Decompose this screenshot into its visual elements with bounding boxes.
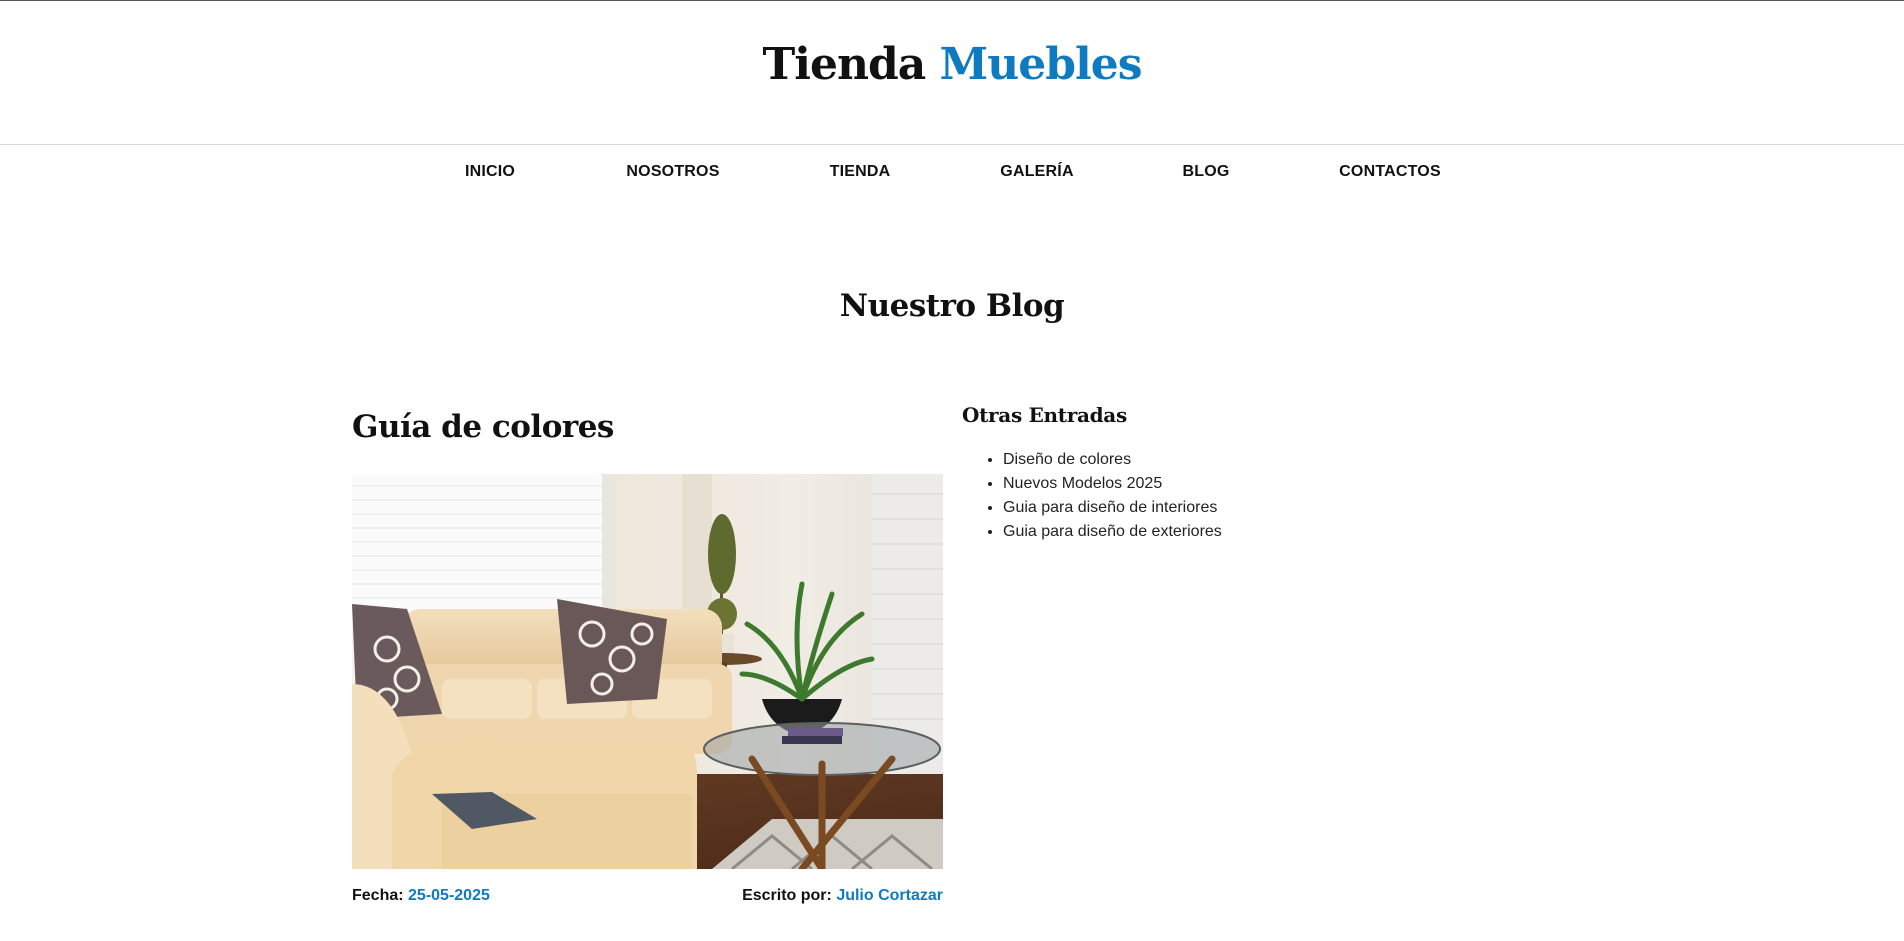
sidebar-entry-link[interactable]: Guia para diseño de interiores (1003, 499, 1217, 516)
post-date-label: Fecha: (352, 887, 404, 904)
post-author-value[interactable]: Julio Cortazar (836, 887, 943, 904)
post-date-value[interactable]: 25-05-2025 (408, 887, 490, 904)
sidebar-entry: Nuevos Modelos 2025 (1003, 472, 1382, 496)
main-nav: INICIO NOSOTROS TIENDA GALERÍA BLOG CONT… (0, 145, 1904, 205)
sidebar-entry: Guia para diseño de interiores (1003, 496, 1382, 520)
sidebar-entry-link[interactable]: Nuevos Modelos 2025 (1003, 475, 1162, 492)
sidebar-other-entries: Otras Entradas Diseño de colores Nuevos … (962, 400, 1382, 544)
post-date: Fecha: 25-05-2025 (352, 885, 490, 907)
sidebar-entry: Guia para diseño de exteriores (1003, 520, 1382, 544)
nav-item-blog[interactable]: BLOG (1182, 163, 1229, 181)
post-author-label: Escrito por: (742, 887, 832, 904)
post-image-living-room (352, 474, 943, 869)
sidebar-entry: Diseño de colores (1003, 448, 1382, 472)
nav-item-nosotros[interactable]: NOSOTROS (626, 163, 719, 181)
page-title: Nuestro Blog (839, 288, 1065, 324)
sidebar-title: Otras Entradas (962, 403, 1127, 427)
nav-item-inicio[interactable]: INICIO (465, 163, 515, 181)
post-author: Escrito por: Julio Cortazar (742, 885, 943, 907)
site-header: Tienda Muebles (0, 1, 1904, 145)
site-logo[interactable]: Tienda Muebles (0, 37, 1904, 93)
sidebar-entry-link[interactable]: Diseño de colores (1003, 451, 1131, 468)
nav-item-galeria[interactable]: GALERÍA (1000, 163, 1073, 181)
blog-post: Guía de colores Fecha: 25-05-2025 Escrit… (352, 405, 943, 904)
nav-item-contactos[interactable]: CONTACTOS (1339, 163, 1441, 181)
site-title-accent: Muebles (939, 39, 1143, 90)
sidebar-entry-list: Diseño de colores Nuevos Modelos 2025 Gu… (962, 448, 1382, 544)
site-title-main: Tienda (762, 39, 927, 90)
post-title: Guía de colores (352, 409, 614, 445)
sidebar-entry-link[interactable]: Guia para diseño de exteriores (1003, 523, 1222, 540)
nav-item-tienda[interactable]: TIENDA (830, 163, 891, 181)
